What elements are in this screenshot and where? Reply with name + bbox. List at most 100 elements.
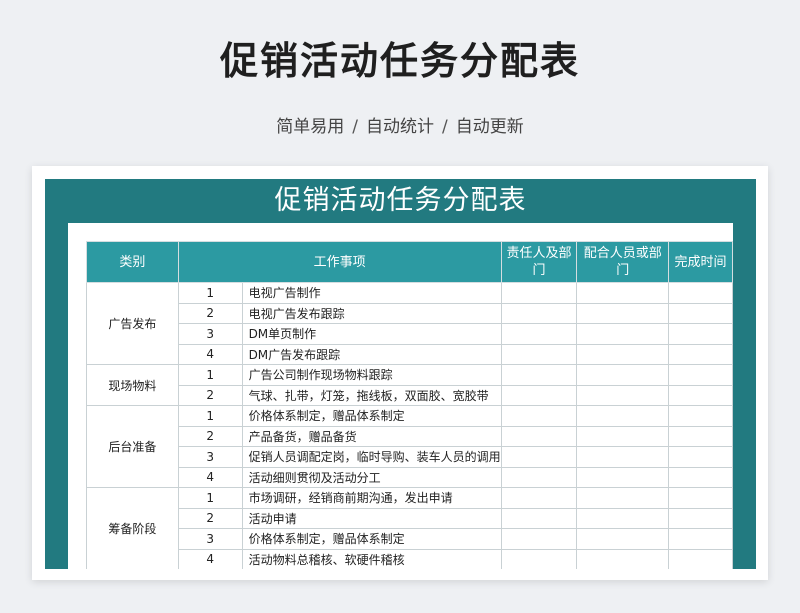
category-cell[interactable]: 广告发布 <box>86 282 179 365</box>
task-item-cell[interactable]: 电视广告发布跟踪 <box>241 302 502 324</box>
responsible-cell[interactable] <box>500 384 578 406</box>
task-item-cell[interactable]: 活动物料总稽核、软硬件稽核 <box>241 548 502 569</box>
table-row: 现场物料 1 广告公司制作现场物料跟踪 <box>86 364 733 406</box>
cooperating-cell[interactable] <box>576 507 670 529</box>
completion-time-cell[interactable] <box>668 446 733 468</box>
responsible-cell[interactable] <box>500 364 578 386</box>
task-item-cell[interactable]: 气球、扎带，灯笼，拖线板，双面胶、宽胶带 <box>241 384 502 406</box>
completion-time-cell[interactable] <box>668 364 733 386</box>
category-cell[interactable]: 筹备阶段 <box>86 487 179 569</box>
responsible-cell[interactable] <box>500 446 578 468</box>
completion-time-cell[interactable] <box>668 282 733 304</box>
task-number-cell[interactable]: 4 <box>177 466 243 488</box>
completion-time-cell[interactable] <box>668 405 733 427</box>
completion-time-cell[interactable] <box>668 425 733 447</box>
responsible-cell[interactable] <box>500 548 578 569</box>
task-number-cell[interactable]: 3 <box>177 528 243 550</box>
task-number-cell[interactable]: 1 <box>177 487 243 509</box>
task-item-cell[interactable]: 广告公司制作现场物料跟踪 <box>241 364 502 386</box>
table-row: 广告发布 1 电视广告制作 <box>86 282 733 365</box>
cooperating-cell[interactable] <box>576 364 670 386</box>
task-item-cell[interactable]: 活动申请 <box>241 507 502 529</box>
responsible-cell[interactable] <box>500 466 578 488</box>
category-cell[interactable]: 现场物料 <box>86 364 179 406</box>
table-row: 4 活动细则贯彻及活动分工 <box>87 466 733 488</box>
header-completion-time: 完成时间 <box>668 241 733 283</box>
cooperating-cell[interactable] <box>576 302 670 324</box>
responsible-cell[interactable] <box>500 507 578 529</box>
responsible-cell[interactable] <box>500 528 578 550</box>
cooperating-cell[interactable] <box>576 425 670 447</box>
cooperating-cell[interactable] <box>576 282 670 304</box>
table-area: 类别 工作事项 责任人及部门 配合人员或部门 完成时间 广告发布 1 电视广告制作 2… <box>68 223 733 569</box>
completion-time-cell[interactable] <box>668 466 733 488</box>
task-number-cell[interactable]: 4 <box>177 343 243 365</box>
table-row: 2 产品备货，赠品备货 <box>87 425 733 447</box>
task-number-cell[interactable]: 3 <box>177 323 243 345</box>
cooperating-cell[interactable] <box>576 487 670 509</box>
responsible-cell[interactable] <box>500 405 578 427</box>
task-item-cell[interactable]: 价格体系制定，赠品体系制定 <box>241 528 502 550</box>
header-cooperating: 配合人员或部门 <box>576 241 670 283</box>
sheet-frame: 促销活动任务分配表 类别 工作事项 责任人及部门 配合人员或部门 完成时间 广告… <box>45 179 756 569</box>
completion-time-cell[interactable] <box>668 384 733 406</box>
task-number-cell[interactable]: 2 <box>177 302 243 324</box>
cooperating-cell[interactable] <box>576 405 670 427</box>
responsible-cell[interactable] <box>500 302 578 324</box>
cooperating-cell[interactable] <box>576 528 670 550</box>
task-number-cell[interactable]: 3 <box>177 446 243 468</box>
subtitle-feature-2: 自动统计 <box>366 117 434 137</box>
task-item-cell[interactable]: 价格体系制定，赠品体系制定 <box>241 405 502 427</box>
sheet-title: 促销活动任务分配表 <box>274 185 527 216</box>
task-number-cell[interactable]: 1 <box>177 282 243 304</box>
completion-time-cell[interactable] <box>668 507 733 529</box>
task-number-cell[interactable]: 1 <box>177 405 243 427</box>
responsible-cell[interactable] <box>500 425 578 447</box>
table-row: 3 价格体系制定，赠品体系制定 <box>87 528 733 550</box>
task-item-cell[interactable]: 市场调研，经销商前期沟通，发出申请 <box>241 487 502 509</box>
task-item-cell[interactable]: DM广告发布跟踪 <box>241 343 502 365</box>
responsible-cell[interactable] <box>500 282 578 304</box>
task-number-cell[interactable]: 2 <box>177 507 243 529</box>
task-item-cell[interactable]: 活动细则贯彻及活动分工 <box>241 466 502 488</box>
task-number-cell[interactable]: 2 <box>177 425 243 447</box>
table-row: 2 活动申请 <box>87 507 733 529</box>
spreadsheet-preview-card: 促销活动任务分配表 类别 工作事项 责任人及部门 配合人员或部门 完成时间 广告… <box>32 166 768 580</box>
subtitle-separator: / <box>442 117 448 137</box>
subtitle: 简单易用 / 自动统计 / 自动更新 <box>0 112 800 137</box>
cooperating-cell[interactable] <box>576 466 670 488</box>
completion-time-cell[interactable] <box>668 528 733 550</box>
task-number-cell[interactable]: 1 <box>177 364 243 386</box>
cooperating-cell[interactable] <box>576 323 670 345</box>
completion-time-cell[interactable] <box>668 323 733 345</box>
task-number-cell[interactable]: 2 <box>177 384 243 406</box>
task-item-cell[interactable]: 促销人员调配定岗，临时导购、装车人员的调用 <box>241 446 502 468</box>
cooperating-cell[interactable] <box>576 548 670 569</box>
subtitle-feature-1: 简单易用 <box>276 117 345 137</box>
table-row: 筹备阶段 1 市场调研，经销商前期沟通，发出申请 <box>86 487 733 569</box>
responsible-cell[interactable] <box>500 343 578 365</box>
completion-time-cell[interactable] <box>668 487 733 509</box>
completion-time-cell[interactable] <box>668 302 733 324</box>
task-item-cell[interactable]: 产品备货，赠品备货 <box>241 425 502 447</box>
subtitle-feature-3: 自动更新 <box>455 117 524 137</box>
completion-time-cell[interactable] <box>668 548 733 569</box>
table-row: 3 促销人员调配定岗，临时导购、装车人员的调用 <box>87 446 733 468</box>
completion-time-cell[interactable] <box>668 343 733 365</box>
header-category: 类别 <box>86 241 179 283</box>
table-row: 后台准备 1 价格体系制定，赠品体系制定 <box>86 405 733 488</box>
table-row: 2 气球、扎带，灯笼，拖线板，双面胶、宽胶带 <box>87 384 733 406</box>
task-table: 类别 工作事项 责任人及部门 配合人员或部门 完成时间 广告发布 1 电视广告制作 2… <box>86 241 733 569</box>
header-row: 类别 工作事项 责任人及部门 配合人员或部门 完成时间 <box>86 241 733 283</box>
task-number-cell[interactable]: 4 <box>177 548 243 569</box>
category-cell[interactable]: 后台准备 <box>86 405 179 488</box>
table-body: 广告发布 1 电视广告制作 2 电视广告发布跟踪 3 DM单页制作 4 DM广告发布跟踪 现场物料… <box>86 282 733 569</box>
responsible-cell[interactable] <box>500 323 578 345</box>
responsible-cell[interactable] <box>500 487 578 509</box>
table-row: 4 活动物料总稽核、软硬件稽核 <box>87 548 733 569</box>
task-item-cell[interactable]: DM单页制作 <box>241 323 502 345</box>
cooperating-cell[interactable] <box>576 343 670 365</box>
cooperating-cell[interactable] <box>576 384 670 406</box>
task-item-cell[interactable]: 电视广告制作 <box>241 282 502 304</box>
cooperating-cell[interactable] <box>576 446 670 468</box>
